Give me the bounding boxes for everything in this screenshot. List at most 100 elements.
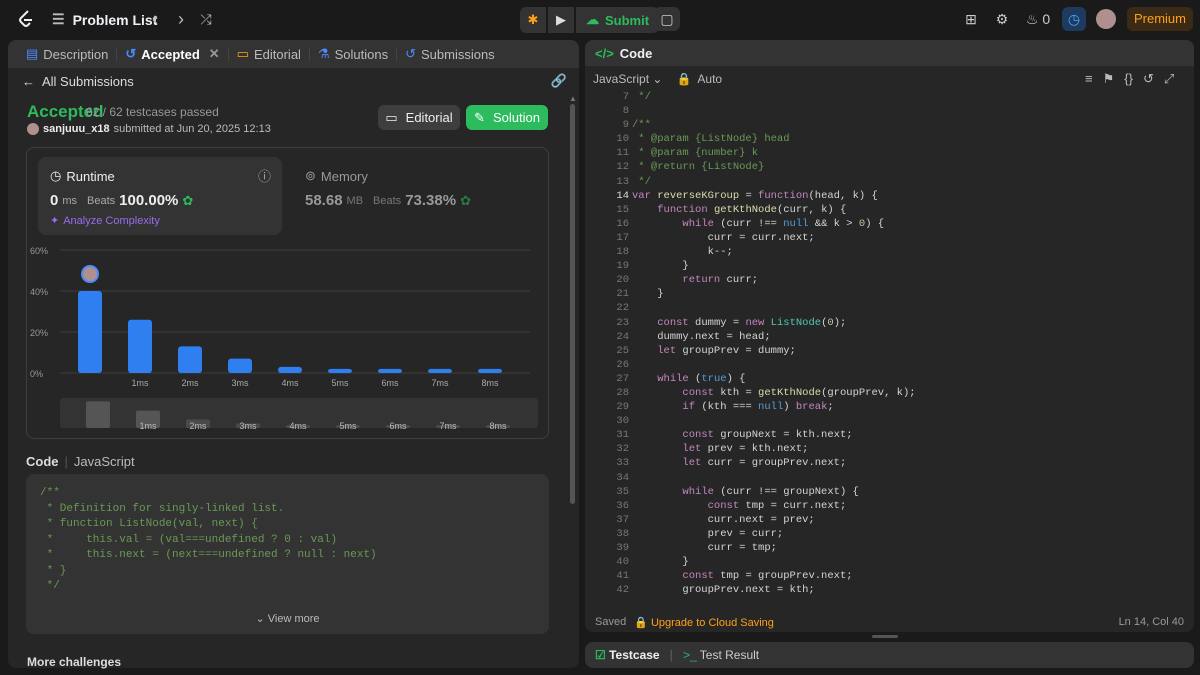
overview-tick-label: 7ms	[439, 421, 457, 431]
code-line[interactable]: while (curr !== null && k > 0) {	[632, 217, 916, 231]
code-line[interactable]: dummy.next = head;	[632, 330, 916, 344]
code-line[interactable]: const tmp = curr.next;	[632, 499, 916, 513]
code-line[interactable]: const kth = getKthNode(groupPrev, k);	[632, 386, 915, 400]
layout-icon[interactable]: ⊞	[962, 7, 980, 31]
memory-label-row[interactable]: ⊚ Memory	[305, 168, 368, 184]
next-problem-icon[interactable]: ›	[171, 9, 191, 29]
streak-counter[interactable]: ♨ 0	[1024, 7, 1052, 31]
code-line[interactable]: k--;	[632, 245, 916, 259]
leetcode-logo-icon[interactable]	[16, 9, 36, 29]
runtime-label-row: ◷ Runtime	[50, 168, 115, 184]
debug-icon[interactable]: ✱	[520, 7, 546, 33]
back-to-submissions[interactable]: ← All Submissions	[22, 74, 134, 89]
tab-solutions[interactable]: ⚗ Solutions	[310, 46, 398, 62]
tab-editorial[interactable]: ▭ Editorial	[229, 46, 310, 62]
tab-testcase[interactable]: ☑ Testcase	[595, 648, 660, 662]
code-line[interactable]: * @param {ListNode} head	[632, 132, 916, 146]
line-number: 22	[616, 302, 629, 315]
code-line[interactable]: while (true) {	[632, 372, 916, 386]
code-line[interactable]: * @return {ListNode}	[632, 160, 916, 174]
tab-accepted[interactable]: ↺ Accepted ✕	[117, 46, 229, 62]
memory-value: 58.68	[305, 192, 343, 209]
code-line[interactable]: }	[632, 555, 916, 569]
editorial-button[interactable]: ▭ Editorial	[378, 105, 460, 130]
shuffle-icon[interactable]: ⤮	[196, 9, 216, 29]
tab-label: Description	[43, 46, 109, 62]
scroll-up-icon[interactable]: ▲	[569, 94, 577, 103]
premium-button[interactable]: Premium	[1127, 7, 1193, 31]
code-line[interactable]: prev = curr;	[632, 527, 916, 541]
code-line[interactable]	[632, 471, 916, 485]
code-line[interactable]: */	[632, 90, 916, 104]
code-line[interactable]: var reverseKGroup = function(head, k) {	[632, 189, 916, 203]
y-tick-label: 0%	[30, 369, 43, 379]
tab-submissions[interactable]: ↺ Submissions	[397, 46, 503, 62]
link-icon[interactable]: 🔗	[551, 73, 567, 89]
language-select[interactable]: JavaScript ⌄	[593, 72, 662, 86]
code-line[interactable]: const groupNext = kth.next;	[632, 428, 916, 442]
code-line[interactable]	[632, 414, 916, 428]
line-number: 36	[616, 499, 629, 512]
code-line[interactable]: let prev = kth.next;	[632, 442, 916, 456]
format-icon[interactable]: ≡	[1085, 71, 1093, 87]
code-line[interactable]: curr = tmp;	[632, 541, 916, 555]
notes-icon[interactable]: ▢	[654, 7, 680, 31]
code-line[interactable]: curr.next = prev;	[632, 513, 916, 527]
code-line[interactable]: return curr;	[632, 273, 916, 287]
view-more-button[interactable]: ⌄ View more	[26, 612, 549, 625]
code-line[interactable]: curr = curr.next;	[632, 231, 916, 245]
problem-list-button[interactable]: ☰ Problem List	[52, 11, 157, 28]
tab-code[interactable]: Code	[620, 46, 653, 61]
code-line[interactable]: let curr = groupPrev.next;	[632, 456, 916, 470]
submissions-header: ← All Submissions 🔗	[8, 68, 579, 94]
code-editor[interactable]: 7 8 9 10 11 12 13 14 15 16 17 18 19 20 21 22 23 24 25 26 27 2…	[585, 90, 1194, 612]
code-lines[interactable]: */ /** * @param {ListNode} head * @param…	[632, 90, 916, 597]
tab-label: Submissions	[420, 46, 495, 62]
line-number: 31	[616, 429, 629, 442]
code-line[interactable]: * @param {number} k	[632, 146, 916, 160]
bar	[278, 366, 302, 373]
expand-icon[interactable]: ⤢	[1164, 71, 1174, 87]
close-icon[interactable]: ✕	[209, 46, 220, 62]
code-line[interactable]: function getKthNode(curr, k) {	[632, 203, 916, 217]
code-line[interactable]: }	[632, 287, 916, 301]
code-line[interactable]: }	[632, 259, 916, 273]
overview-tick-label: 1ms	[139, 421, 157, 431]
cloud-saving-link[interactable]: 🔒 Upgrade to Cloud Saving	[634, 616, 774, 629]
runtime-unit: ms	[62, 194, 78, 207]
settings-gear-icon[interactable]: ⚙	[993, 7, 1011, 31]
analyze-complexity-link[interactable]: ✦ Analyze Complexity	[50, 214, 160, 228]
tab-test-result[interactable]: >_ Test Result	[683, 648, 759, 662]
code-line[interactable]: if (kth === null) break;	[632, 400, 916, 414]
submitted-code-preview: /** * Definition for singly-linked list.…	[26, 474, 549, 634]
overview-bar	[86, 401, 110, 428]
info-icon[interactable]: ⓘ	[258, 166, 271, 185]
prev-problem-icon[interactable]: ‹	[145, 9, 165, 29]
code-line[interactable]: */	[632, 175, 916, 189]
timer-icon[interactable]: ◷	[1062, 7, 1086, 31]
braces-icon[interactable]: {}	[1124, 71, 1133, 87]
solution-button[interactable]: ✎ Solution	[466, 105, 548, 130]
code-line[interactable]: const tmp = groupPrev.next;	[632, 569, 916, 583]
line-number: 28	[616, 386, 629, 399]
submit-button[interactable]: ☁ Submit	[576, 7, 660, 33]
reset-icon[interactable]: ↺	[1143, 71, 1154, 87]
run-button[interactable]: ▶	[548, 7, 574, 33]
code-line[interactable]	[632, 358, 916, 372]
code-line[interactable]	[632, 301, 916, 315]
code-line[interactable]	[632, 104, 916, 118]
code-line[interactable]: /**	[632, 118, 916, 132]
user-avatar[interactable]	[1096, 9, 1116, 29]
tab-description[interactable]: ▤ Description	[18, 46, 118, 62]
resize-handle[interactable]	[872, 635, 898, 638]
submit-label: Submit	[605, 12, 650, 28]
code-line[interactable]: let groupPrev = dummy;	[632, 344, 916, 358]
auto-label[interactable]: Auto	[697, 72, 722, 86]
code-line[interactable]: while (curr !== groupNext) {	[632, 485, 916, 499]
username[interactable]: sanjuuu_x18	[43, 123, 110, 135]
code-line[interactable]: groupPrev.next = kth;	[632, 583, 916, 597]
scrollbar[interactable]	[570, 104, 575, 504]
bookmark-icon[interactable]: ⚑	[1103, 71, 1115, 87]
code-line[interactable]: const dummy = new ListNode(0);	[632, 316, 916, 330]
x-tick-label: 7ms	[431, 378, 449, 388]
